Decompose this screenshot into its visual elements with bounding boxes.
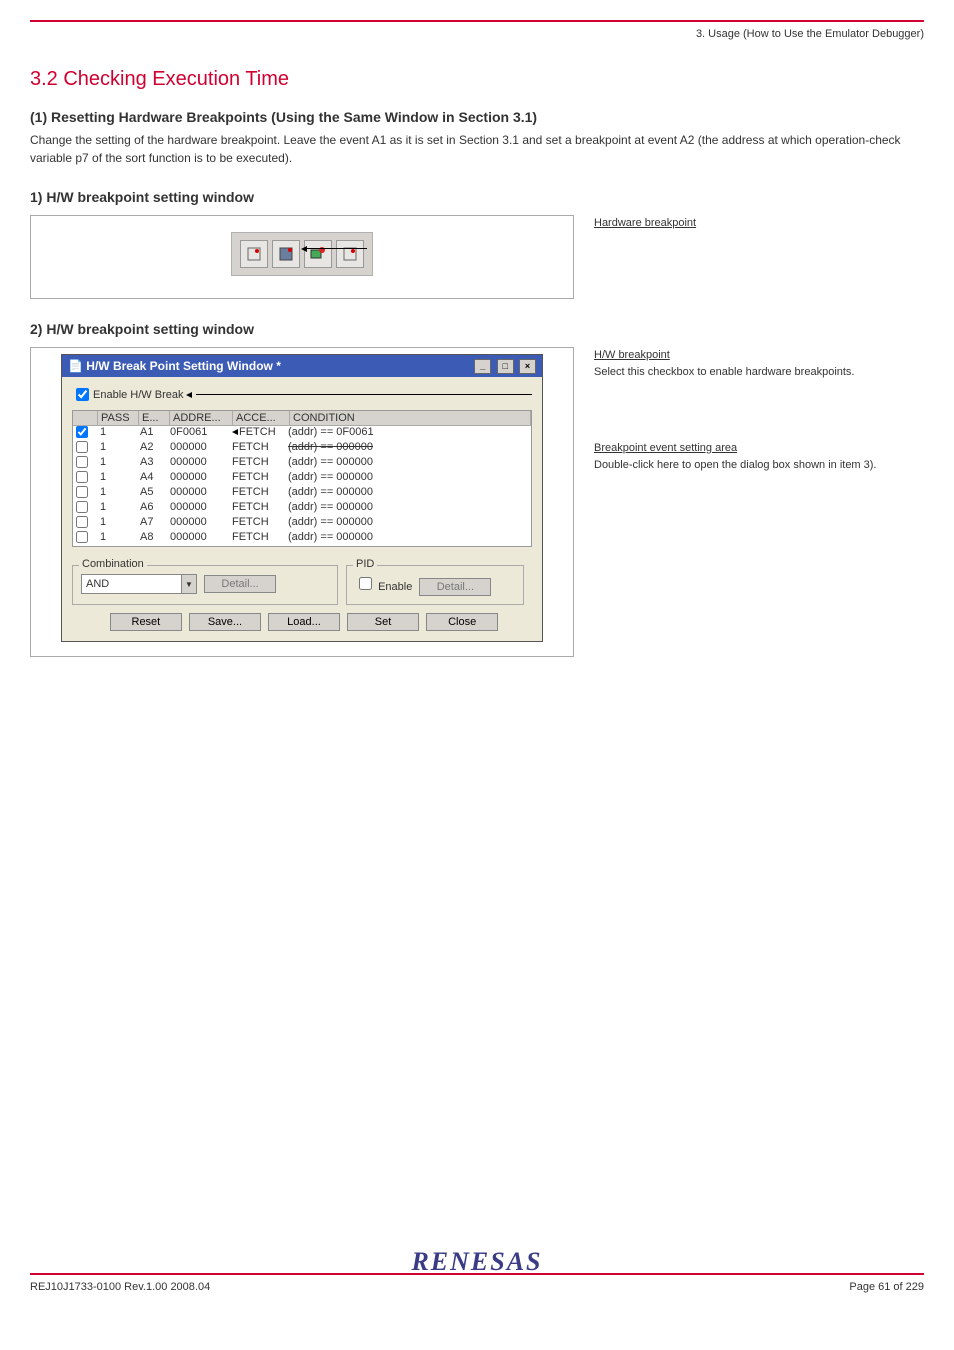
header-section-path: 3. Usage (How to Use the Emulator Debugg… <box>0 28 924 40</box>
window-title: H/W Break Point Setting Window * <box>86 359 281 373</box>
toolbar-hw-break-icon[interactable] <box>304 240 332 268</box>
table-row[interactable]: 1A5000000FETCH(addr) == 000000 <box>73 486 531 501</box>
close-button[interactable]: Close <box>426 613 498 631</box>
combination-select[interactable]: AND <box>81 574 197 594</box>
toolbar-btn-1[interactable] <box>240 240 268 268</box>
callout-eventarea-label: Breakpoint event setting area <box>594 442 737 454</box>
enable-hw-break-label: Enable H/W Break <box>93 389 183 401</box>
set-button[interactable]: Set <box>347 613 419 631</box>
enable-hw-break-checkbox[interactable] <box>76 388 89 401</box>
step-text: Change the setting of the hardware break… <box>30 131 924 167</box>
combination-detail-button[interactable]: Detail... <box>204 575 276 593</box>
callout-hwbreak-text: Select this checkbox to enable hardware … <box>594 366 855 378</box>
toolbar <box>231 232 373 276</box>
maximize-icon[interactable]: □ <box>497 359 514 374</box>
combination-group-label: Combination <box>79 558 147 570</box>
step-heading: (1) Resetting Hardware Breakpoints (Usin… <box>30 109 954 125</box>
toolbar-btn-4[interactable] <box>336 240 364 268</box>
save-button[interactable]: Save... <box>189 613 261 631</box>
col-e: E... <box>139 411 170 425</box>
row-checkbox[interactable] <box>76 531 88 543</box>
col-pass: PASS <box>98 411 139 425</box>
table-row[interactable]: 1A4000000FETCH(addr) == 000000 <box>73 471 531 486</box>
breakpoint-table: PASS E... ADDRE... ACCE... CONDITION 1A1… <box>72 410 532 547</box>
app-icon: 📄 <box>68 359 83 373</box>
hw-break-window: 📄 H/W Break Point Setting Window * _ □ ×… <box>61 354 543 642</box>
callout-toolbar-label: Hardware breakpoint <box>594 217 696 229</box>
row-checkbox[interactable] <box>76 516 88 528</box>
load-button[interactable]: Load... <box>268 613 340 631</box>
substep-1-title: 1) H/W breakpoint setting window <box>30 189 954 205</box>
reset-button[interactable]: Reset <box>110 613 182 631</box>
table-row[interactable]: 1A2000000FETCH(addr) == 000000 <box>73 441 531 456</box>
window-controls: _ □ × <box>472 358 536 374</box>
pid-enable-checkbox[interactable] <box>359 577 372 590</box>
table-row[interactable]: 1A8000000FETCH(addr) == 000000 <box>73 531 531 546</box>
close-icon[interactable]: × <box>519 359 536 374</box>
row-checkbox[interactable] <box>76 456 88 468</box>
pid-group-label: PID <box>353 558 377 570</box>
window-titlebar: 📄 H/W Break Point Setting Window * _ □ × <box>62 355 542 377</box>
section-title: 3.2 Checking Execution Time <box>30 68 954 91</box>
callout-eventarea-text: Double-click here to open the dialog box… <box>594 459 877 471</box>
minimize-icon[interactable]: _ <box>474 359 491 374</box>
toolbar-btn-2[interactable] <box>272 240 300 268</box>
table-row[interactable]: 1A7000000FETCH(addr) == 000000 <box>73 516 531 531</box>
row-checkbox[interactable] <box>76 486 88 498</box>
footer-pagenum: Page 61 of 229 <box>849 1281 924 1293</box>
row-checkbox[interactable] <box>76 501 88 513</box>
row-checkbox[interactable] <box>76 441 88 453</box>
table-row[interactable]: 1A10F0061FETCH(addr) == 0F0061 <box>73 426 531 441</box>
callout-hwbreak-label: H/W breakpoint <box>594 349 670 361</box>
table-row[interactable]: 1A6000000FETCH(addr) == 000000 <box>73 501 531 516</box>
col-acc: ACCE... <box>233 411 290 425</box>
table-row[interactable]: 1A3000000FETCH(addr) == 000000 <box>73 456 531 471</box>
arrow-icon <box>186 392 192 398</box>
pid-enable-label: Enable <box>378 581 412 593</box>
row-checkbox[interactable] <box>76 471 88 483</box>
col-cond: CONDITION <box>290 411 531 425</box>
row-checkbox[interactable] <box>76 426 88 438</box>
pid-detail-button[interactable]: Detail... <box>419 578 491 596</box>
footer-docid: REJ10J1733-0100 Rev.1.00 2008.04 <box>30 1281 210 1293</box>
substep-2-title: 2) H/W breakpoint setting window <box>30 321 954 337</box>
col-addr: ADDRE... <box>170 411 233 425</box>
